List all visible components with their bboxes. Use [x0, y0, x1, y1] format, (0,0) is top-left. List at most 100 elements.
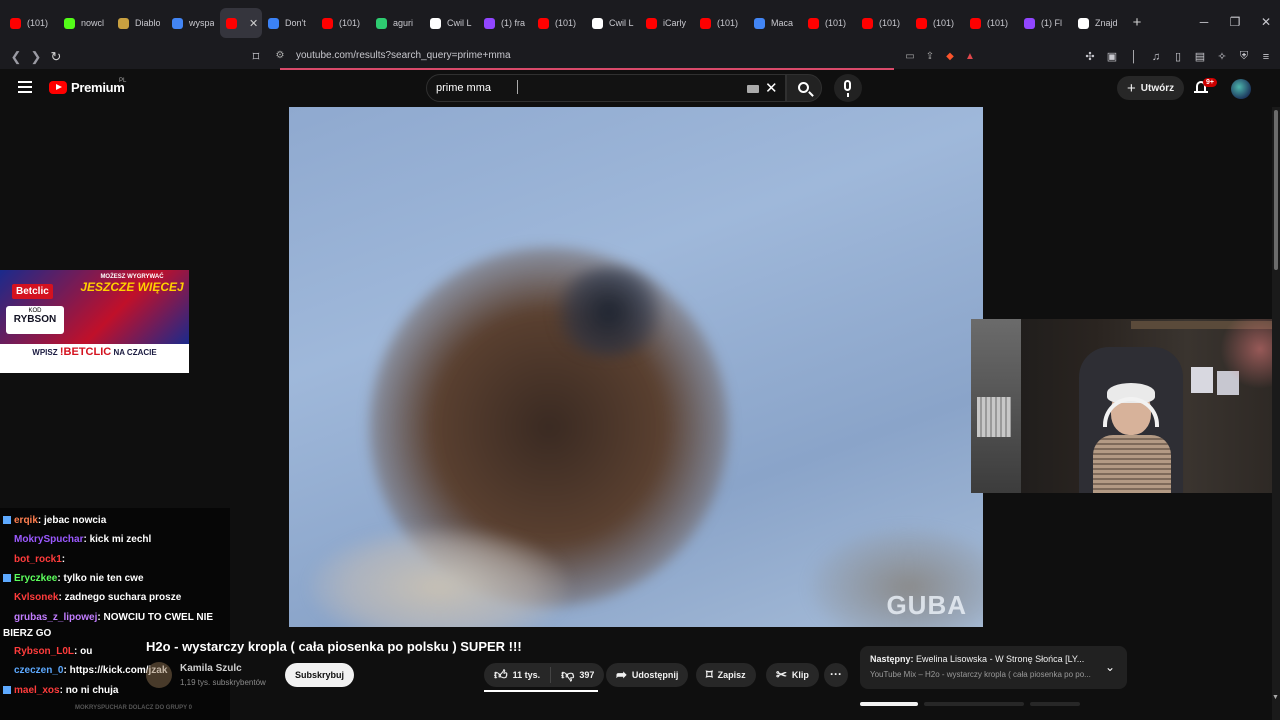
- browser-tab[interactable]: (101): [802, 8, 856, 38]
- video-player[interactable]: GUBA: [289, 107, 983, 627]
- chat-message: Rybson_L0L: ou: [3, 646, 92, 658]
- tab-favicon-icon: [118, 17, 129, 29]
- chat-username[interactable]: MokrySpuchar: [14, 534, 83, 545]
- minimize-icon[interactable]: ─: [1188, 0, 1220, 44]
- browser-tab[interactable]: (101): [910, 8, 964, 38]
- browser-tab[interactable]: (101): [532, 8, 586, 38]
- browser-tab[interactable]: Znajd: [1072, 8, 1126, 38]
- browser-tab[interactable]: Maca: [748, 8, 802, 38]
- address-bar[interactable]: ⚙ youtube.com/results?search_query=prime…: [244, 44, 996, 67]
- site-settings-icon[interactable]: ⚙: [272, 50, 288, 61]
- tab-favicon-icon: [646, 17, 657, 29]
- browser-tab[interactable]: (101): [4, 8, 58, 38]
- chat-faded-line: MOKRYSPUCHAR DOLACZ DO GRUPY 0: [75, 705, 193, 711]
- share-button[interactable]: ➦ Udostępnij: [606, 663, 689, 687]
- thumbs-down-icon: 👎︎: [561, 667, 575, 682]
- dislike-button[interactable]: 👎︎ 397: [551, 667, 604, 683]
- chat-username[interactable]: Eryczkee: [14, 573, 57, 584]
- browser-tab[interactable]: iCarly: [640, 8, 694, 38]
- browser-tab[interactable]: Diablo: [112, 8, 166, 38]
- chat-message: czeczen_0: https://kick.com/jzak: [3, 665, 167, 677]
- tab-favicon-icon: [10, 17, 21, 29]
- chat-badge-icon: [3, 647, 11, 655]
- channel-name[interactable]: Kamila Szulc: [180, 663, 242, 674]
- guide-menu-icon[interactable]: [18, 81, 32, 93]
- chat-text: : kick mi zechl: [83, 534, 152, 545]
- close-tab-icon[interactable]: ✕: [249, 17, 258, 30]
- brave-rewards-icon[interactable]: ▲: [962, 51, 978, 62]
- browser-tab[interactable]: Cwil L: [586, 8, 640, 38]
- share-page-icon[interactable]: ⇪: [922, 51, 938, 62]
- save-label: Zapisz: [717, 670, 746, 680]
- create-button[interactable]: + Utwórz: [1117, 76, 1185, 100]
- browser-tab[interactable]: (101): [964, 8, 1018, 38]
- chat-badge-icon: [3, 574, 11, 582]
- browser-tab[interactable]: Don't: [262, 8, 316, 38]
- search-input[interactable]: prime mma ✕: [426, 74, 786, 102]
- browser-tab[interactable]: (1) Fl: [1018, 8, 1072, 38]
- screenshot-icon[interactable]: ▣: [1102, 50, 1122, 63]
- chat-username[interactable]: erqik: [14, 515, 38, 526]
- browser-tab[interactable]: (101): [316, 8, 370, 38]
- tab-label: Maca: [771, 18, 794, 28]
- chat-username[interactable]: czeczen_0: [14, 665, 63, 676]
- browser-tab[interactable]: (101): [856, 8, 910, 38]
- leo-icon[interactable]: ✧: [1212, 50, 1232, 63]
- scrollbar-thumb[interactable]: [1274, 110, 1278, 270]
- brave-shield-icon[interactable]: ◆: [942, 51, 958, 62]
- channel-avatar[interactable]: [146, 662, 172, 688]
- clear-search-icon[interactable]: ✕: [765, 79, 778, 97]
- browser-tab[interactable]: wyspa: [166, 8, 220, 38]
- chip[interactable]: [1030, 702, 1080, 706]
- chat-username[interactable]: Rybson_L0L: [14, 646, 74, 657]
- reload-icon[interactable]: ↻: [46, 49, 66, 65]
- chat-text: : no ni chuja: [59, 685, 119, 696]
- separator-icon: │: [1130, 50, 1138, 63]
- chat-username[interactable]: mael_xos: [14, 685, 60, 696]
- browser-tab[interactable]: Cwil L: [424, 8, 478, 38]
- extension-icon[interactable]: ✣: [1080, 50, 1100, 63]
- save-button[interactable]: ⌑ Zapisz: [696, 663, 756, 687]
- browser-tab-strip: (101) nowcl Diablo wyspa (1✕ Don't (101) aguri C…: [0, 0, 1280, 44]
- chip[interactable]: [924, 702, 1024, 706]
- maximize-icon[interactable]: ❐: [1219, 0, 1251, 44]
- ad-headline-big: JESZCZE WIĘCEJ: [80, 280, 184, 294]
- chat-username[interactable]: Kvlsonek: [14, 592, 58, 603]
- voice-search-button[interactable]: [834, 74, 862, 102]
- webcam-radiator: [977, 397, 1011, 437]
- menu-icon[interactable]: ≡: [1256, 51, 1276, 63]
- browser-tab[interactable]: aguri: [370, 8, 424, 38]
- chevron-down-icon[interactable]: ⌄: [1105, 660, 1115, 674]
- chat-username[interactable]: grubas_z_lipowej: [14, 612, 97, 623]
- browser-tab[interactable]: (1✕: [220, 8, 262, 38]
- vpn-icon[interactable]: ⛨: [1234, 50, 1254, 63]
- cast-icon[interactable]: ▭: [902, 51, 918, 62]
- more-actions-icon[interactable]: ···: [824, 663, 848, 687]
- new-tab-icon[interactable]: +: [1126, 14, 1148, 31]
- keyboard-icon[interactable]: [747, 85, 759, 93]
- close-window-icon[interactable]: ✕: [1250, 0, 1280, 44]
- music-icon[interactable]: ♫: [1146, 51, 1166, 63]
- youtube-logo[interactable]: Premium PL: [49, 78, 126, 95]
- clip-button[interactable]: ✂ Klip: [766, 663, 819, 687]
- back-icon[interactable]: ❮: [6, 49, 26, 65]
- scroll-down-icon[interactable]: ▼: [1272, 694, 1279, 701]
- chat-username[interactable]: bot_rock1: [14, 554, 62, 565]
- dislike-count: 397: [579, 670, 595, 680]
- search-button[interactable]: [786, 74, 822, 102]
- up-next-card[interactable]: Następny: Ewelina Lisowska - W Stronę Sł…: [860, 646, 1127, 689]
- ad-code-box: KOD RYBSON: [6, 306, 64, 334]
- sidebar-icon[interactable]: ▯: [1168, 50, 1188, 63]
- browser-tab[interactable]: (1) fra: [478, 8, 532, 38]
- forward-icon[interactable]: ❯: [26, 49, 46, 65]
- like-button[interactable]: 👍︎ 11 tys.: [484, 667, 552, 683]
- subscribe-button[interactable]: Subskrybuj: [285, 663, 355, 687]
- account-avatar[interactable]: [1231, 79, 1251, 99]
- search-icon: [798, 82, 809, 93]
- chat-message: grubas_z_lipowej: NOWCIU TO CWEL NIE: [3, 612, 213, 624]
- chip[interactable]: [860, 702, 918, 706]
- browser-tab[interactable]: (101): [694, 8, 748, 38]
- wallet-icon[interactable]: ▤: [1190, 50, 1210, 63]
- tab-label: (101): [555, 18, 577, 28]
- browser-tab[interactable]: nowcl: [58, 8, 112, 38]
